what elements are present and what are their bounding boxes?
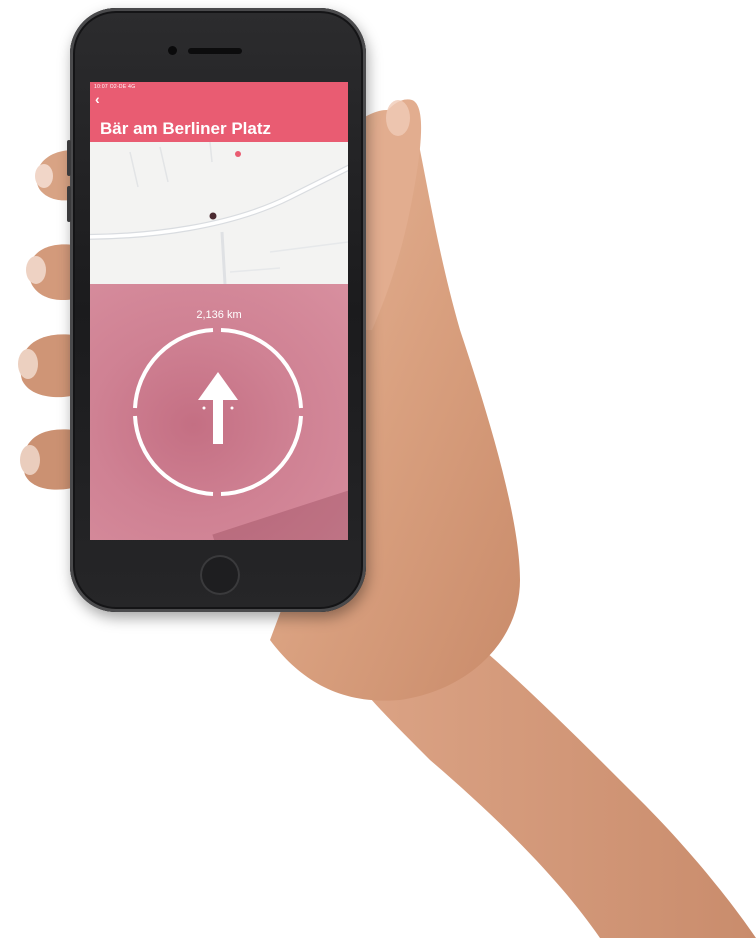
destination-marker — [235, 151, 241, 157]
map-streets — [90, 141, 348, 285]
volume-up-button — [67, 140, 71, 176]
compass-panel: 2,136 km — [90, 284, 348, 540]
phone-screen: 10:07 O2-DE 4G ‹ Bär am Berliner Platz 2… — [90, 82, 348, 540]
compass — [133, 328, 303, 496]
compass-ring-bottom-left — [133, 415, 214, 496]
product-photo: 10:07 O2-DE 4G ‹ Bär am Berliner Platz 2… — [0, 0, 756, 938]
current-location-marker — [209, 212, 217, 220]
page-title: Bär am Berliner Platz — [100, 119, 272, 138]
volume-down-button — [67, 186, 71, 222]
front-camera — [168, 46, 177, 55]
home-button[interactable] — [200, 555, 240, 595]
back-button[interactable]: ‹ — [95, 92, 109, 106]
chevron-left-icon: ‹ — [95, 91, 100, 107]
map-view[interactable] — [90, 141, 348, 285]
compass-ring-bottom-right — [220, 415, 303, 496]
status-bar: 10:07 O2-DE 4G — [94, 84, 136, 90]
earpiece-speaker — [188, 48, 242, 54]
app-header: 10:07 O2-DE 4G ‹ Bär am Berliner Platz — [90, 82, 348, 142]
